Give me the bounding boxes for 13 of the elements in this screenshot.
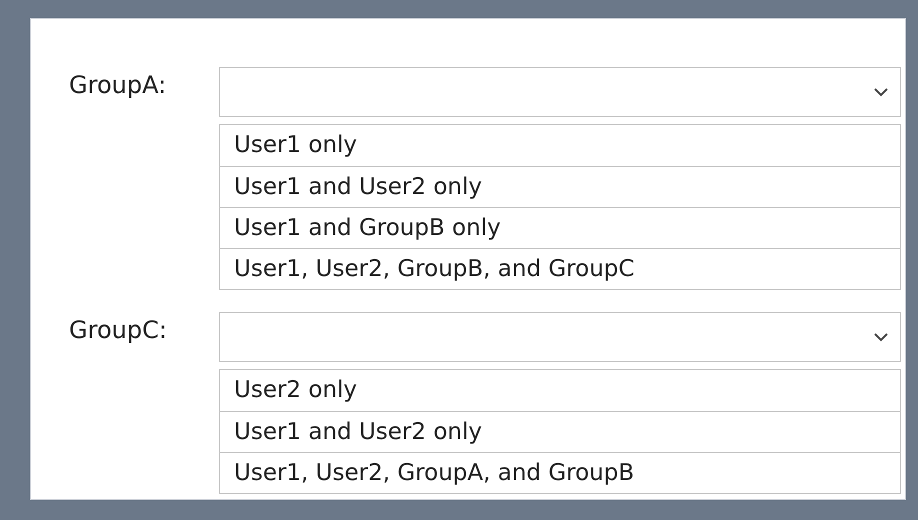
dropdown-option[interactable]: User1 and GroupB only [220,207,900,248]
dropdown-option[interactable]: User2 only [220,370,900,411]
dropdown[interactable] [219,312,901,362]
dropdown-option[interactable]: User1 only [220,125,900,166]
chevron-down-icon [874,88,888,96]
field-label: GroupC: [69,316,167,344]
dropdown-option[interactable]: User1, User2, GroupB, and GroupC [220,248,900,289]
dropdown[interactable] [219,67,901,117]
chevron-down-icon [874,332,888,342]
dropdown-option[interactable]: User1 and User2 only [220,166,900,207]
dropdown-option[interactable]: User1, User2, GroupA, and GroupB [220,452,900,493]
field-label: GroupA: [69,71,166,99]
dropdown-option[interactable]: User1 and User2 only [220,411,900,452]
